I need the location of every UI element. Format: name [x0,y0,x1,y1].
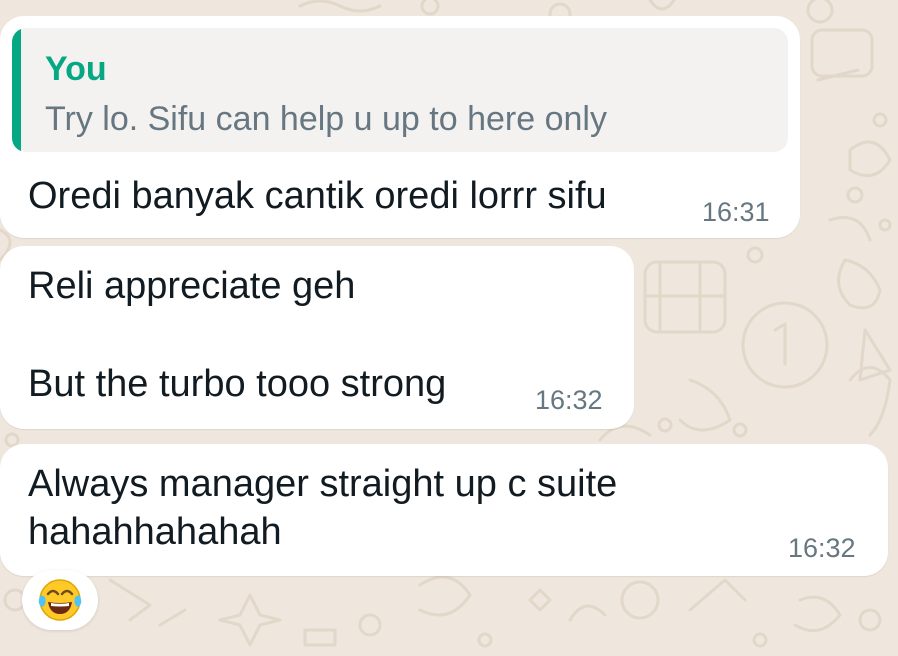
message-timestamp: 16:32 [788,533,856,563]
face-with-tears-of-joy-icon [38,579,82,621]
quote-accent-bar [12,28,21,152]
message-bubble-reply[interactable]: You Try lo. Sifu can help u up to here o… [0,16,800,238]
message-text-line-1: Reli appreciate geh [28,265,356,307]
message-timestamp: 16:32 [535,385,603,415]
message-text-line-1: Always manager straight up c suite [28,463,618,505]
message-text-line-2: But the turbo tooo strong [28,363,447,405]
quote-text: Try lo. Sifu can help u up to here only [45,100,607,138]
quoted-message[interactable]: You Try lo. Sifu can help u up to here o… [12,28,788,152]
message-text-line-2: hahahhahahah [28,511,282,553]
message-bubble[interactable]: Always manager straight up c suite hahah… [0,444,888,576]
quote-author: You [45,50,107,88]
message-bubble[interactable]: Reli appreciate geh But the turbo tooo s… [0,246,634,429]
message-reaction[interactable] [22,570,98,630]
message-text: Oredi banyak cantik oredi lorrr sifu [28,175,607,217]
message-timestamp: 16:31 [702,197,770,227]
